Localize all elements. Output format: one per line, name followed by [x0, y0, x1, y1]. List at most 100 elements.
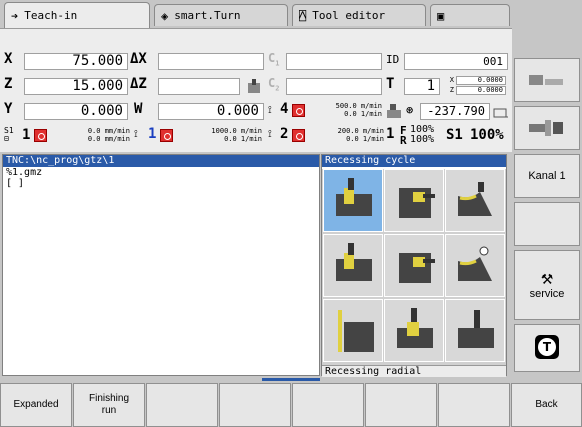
save-icon: ▣	[437, 8, 445, 23]
spindle-stop-icon	[292, 104, 305, 117]
tool-icon: ⍓	[299, 8, 307, 23]
x-value: 75.000	[24, 53, 128, 70]
tx-label: X	[449, 76, 454, 84]
scroll-indicator	[262, 378, 320, 381]
w-label: W	[134, 101, 143, 117]
cycle-footer: Recessing radial	[322, 365, 506, 377]
w-value: 0.000	[158, 103, 264, 120]
back-button[interactable]: Back	[511, 383, 582, 427]
spindle4-rate2: 0.0 1/min	[344, 110, 382, 118]
undercut-contour-cycle[interactable]	[445, 299, 505, 362]
tool-holder-icon	[246, 77, 264, 95]
s1-label: S1	[446, 127, 463, 143]
chuck-icon	[386, 102, 404, 120]
recessing-contour-cycle[interactable]	[445, 169, 505, 232]
y-axis-label: Y	[4, 101, 13, 117]
tz-label: Z	[449, 86, 454, 94]
expanded-button[interactable]: Expanded	[0, 383, 72, 427]
expanded-label: Expanded	[13, 399, 59, 410]
s1-num: 1	[22, 127, 31, 143]
arrow-right-icon: ➔	[11, 8, 19, 23]
dx-label: ΔX	[130, 51, 147, 67]
svg-text:T: T	[543, 340, 552, 354]
tab-smart-turn[interactable]: ◈ smart.Turn	[154, 4, 288, 26]
tab-save[interactable]: ▣	[430, 4, 510, 26]
r-label: R	[400, 134, 407, 147]
t-value: 1	[404, 78, 440, 95]
tailstock-icon	[492, 103, 510, 121]
finishing-run-button[interactable]: Finishing run	[73, 383, 145, 427]
t-label: T	[386, 76, 395, 92]
feed-num: 1	[386, 126, 395, 142]
sp2-rate1: 200.0 m/min	[337, 127, 384, 135]
sp1-num: 1	[148, 126, 157, 142]
dx-value	[158, 53, 264, 70]
diamond-arrow-icon: ◈	[161, 8, 169, 23]
program-path: TNC:\nc_prog\gtz\1	[3, 155, 319, 167]
feed-icon: S1 ⊟	[4, 126, 14, 143]
finishing-run-label: Finishing run	[88, 393, 130, 416]
wrench-icon: ⚒	[540, 270, 554, 287]
id-value: 001	[404, 53, 508, 70]
undercut-cycle[interactable]	[323, 299, 383, 362]
tab-tool-editor[interactable]: ⍓ Tool editor	[292, 4, 426, 26]
recessing-axial-cycle[interactable]	[384, 169, 444, 232]
angle-value: -237.790	[420, 103, 490, 120]
program-pane[interactable]: TNC:\nc_prog\gtz\1 %1.gmz [ ]	[2, 154, 320, 376]
c2-label: C2	[268, 76, 280, 93]
tool-view-icon	[527, 69, 567, 92]
cycle-title: Recessing cycle	[322, 155, 506, 167]
feed-stop-icon	[34, 129, 47, 142]
s1-pct: 100%	[470, 127, 504, 143]
machine-icon	[527, 116, 567, 141]
tool-t-icon: T	[534, 334, 560, 363]
recessing-contour-ics-cycle[interactable]	[445, 234, 505, 297]
service-button[interactable]: ⚒ service	[514, 250, 580, 320]
tool-t-button[interactable]: T	[514, 324, 580, 372]
tool-view-button[interactable]	[514, 58, 580, 102]
bottom-softkey-5[interactable]	[292, 383, 364, 427]
bottom-softkey-3[interactable]	[146, 383, 218, 427]
bottom-softkey-7[interactable]	[438, 383, 510, 427]
z-value: 15.000	[24, 78, 128, 95]
program-line[interactable]: [ ]	[3, 178, 319, 189]
tx-value: 0.0000	[456, 76, 506, 85]
dz-value	[158, 78, 240, 95]
tab-label: smart.Turn	[174, 9, 241, 22]
kanal-1-button[interactable]: Kanal 1	[514, 154, 580, 198]
spindle4-rate1: 500.0 m/min	[335, 102, 382, 110]
s1-rate2: 0.0 mm/min	[87, 135, 130, 143]
recessing-radial-cycle[interactable]	[323, 169, 383, 232]
r-value: 100%	[410, 134, 435, 145]
recessing-axial-ics-cycle[interactable]	[384, 234, 444, 297]
spindle1-stop-icon	[160, 129, 173, 142]
bottom-softkey-6[interactable]	[365, 383, 437, 427]
spindle1-icon: ⟟	[134, 129, 138, 140]
recessing-radial-ics-cycle[interactable]	[323, 234, 383, 297]
spindle4-num: 4	[280, 101, 289, 117]
right-softkey-4[interactable]	[514, 202, 580, 246]
tz-value: 0.0000	[456, 86, 506, 95]
spindle2-stop-icon	[292, 129, 305, 142]
sp1-rate2: 0.0 1/min	[224, 135, 262, 143]
bottom-softkey-4[interactable]	[219, 383, 291, 427]
back-label: Back	[535, 399, 558, 410]
machine-button[interactable]	[514, 106, 580, 150]
c2-value	[286, 78, 382, 95]
c1-value	[286, 53, 382, 70]
y-value: 0.000	[24, 103, 128, 120]
tab-label: Tool editor	[312, 9, 386, 22]
kanal-1-label: Kanal 1	[528, 170, 566, 182]
program-line[interactable]: %1.gmz	[3, 167, 319, 178]
spindle2-icon: ⟟	[268, 129, 272, 140]
service-label: service	[529, 287, 565, 300]
c1-label: C1	[268, 51, 280, 68]
status-panel: X 75.000 ΔX C1 ID 001 Z 15.000 ΔZ C2 T 1…	[0, 28, 512, 152]
cycle-pane: Recessing cycle Recessing radial	[321, 154, 507, 377]
angle-icon: ⊛	[406, 103, 414, 117]
sp1-rate1: 1000.0 m/min	[211, 127, 262, 135]
tab-teach-in[interactable]: ➔ Teach-in	[4, 2, 150, 28]
s1-rate1: 0.0 mm/min	[87, 127, 130, 135]
parting-cycle[interactable]	[384, 299, 444, 362]
id-label: ID	[386, 53, 400, 66]
